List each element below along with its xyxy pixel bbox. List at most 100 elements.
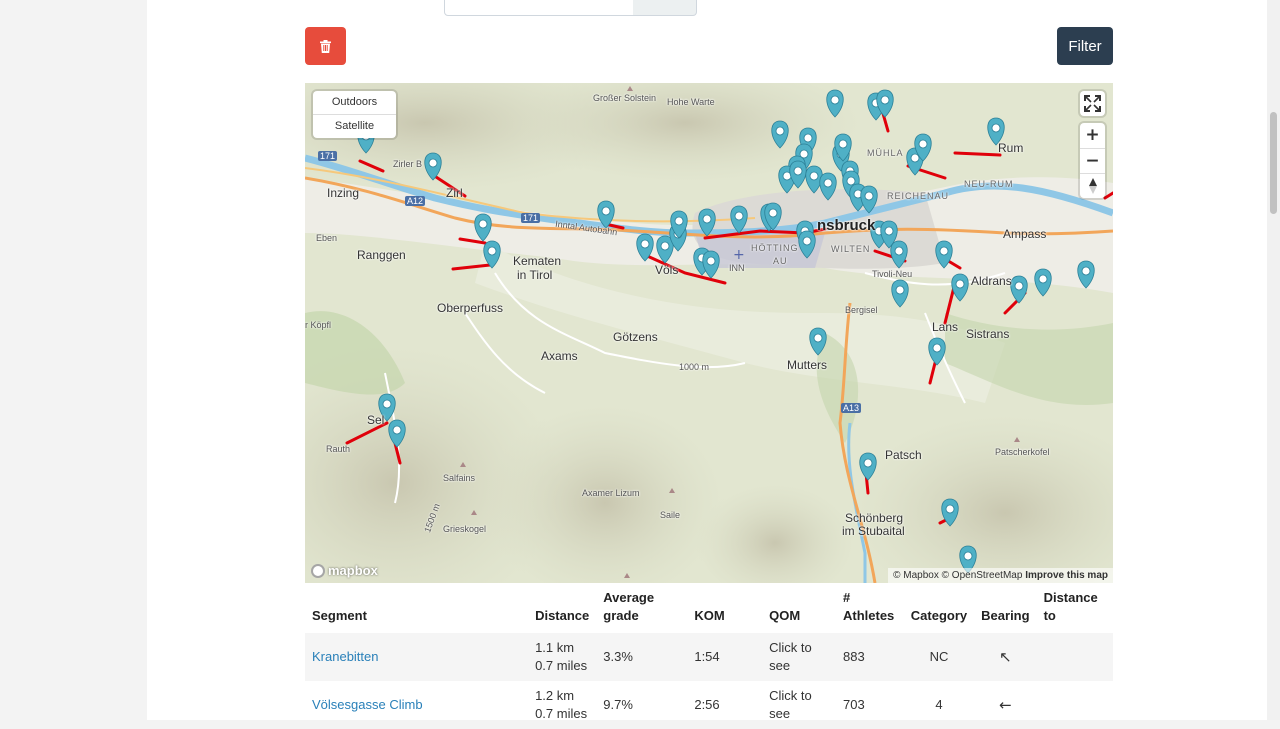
map-label: Inzing bbox=[327, 186, 360, 200]
map-label: Lans bbox=[932, 320, 959, 334]
map-label: Aldrans bbox=[971, 274, 1012, 288]
trash-icon bbox=[320, 39, 331, 53]
map-label: MÜHLA bbox=[867, 148, 904, 158]
map-label: AU bbox=[773, 256, 788, 266]
mapbox-logo[interactable]: mapbox bbox=[311, 563, 378, 578]
map-label: Grieskogel bbox=[443, 524, 487, 534]
map-label: Bergisel bbox=[845, 305, 878, 315]
map-layer-switch: Outdoors Satellite bbox=[313, 91, 396, 138]
compass-button[interactable] bbox=[1080, 173, 1105, 198]
grade-cell: 9.7% bbox=[603, 697, 633, 712]
map-label: WILTEN bbox=[831, 244, 871, 254]
location-input[interactable] bbox=[444, 0, 635, 16]
kom-cell: 1:54 bbox=[687, 633, 763, 681]
header-athletes[interactable]: # Athletes bbox=[836, 583, 904, 633]
map-attribution: © Mapbox © OpenStreetMap Improve this ma… bbox=[888, 568, 1113, 583]
map-label: Oberperfuss bbox=[437, 301, 504, 315]
road-shield-171: 171 bbox=[318, 151, 338, 161]
location-input-addon[interactable] bbox=[633, 0, 697, 16]
road-shield-a12: A12 bbox=[405, 196, 426, 206]
bearing-icon: ↖ bbox=[974, 633, 1037, 681]
fullscreen-control bbox=[1080, 91, 1105, 116]
header-segment[interactable]: Segment bbox=[305, 583, 528, 633]
map-label: Mutters bbox=[787, 358, 828, 372]
map-label: Völs bbox=[655, 263, 679, 277]
table-row: Kranebitten 1.1 km 0.7 miles 3.3% 1:54 Cl… bbox=[305, 633, 1113, 681]
map-label: in Tirol bbox=[517, 268, 553, 282]
map-label: 1000 m bbox=[679, 362, 710, 372]
table-row: Völsesgasse Climb 1.2 km 0.7 miles 9.7% 2… bbox=[305, 681, 1113, 729]
map-label: HÖTTING bbox=[751, 243, 799, 253]
map-label: Großer Solstein bbox=[593, 93, 657, 103]
fullscreen-icon bbox=[1084, 95, 1101, 112]
segment-link[interactable]: Völsesgasse Climb bbox=[312, 697, 423, 712]
attribution-osm[interactable]: © OpenStreetMap bbox=[942, 570, 1023, 581]
header-distance[interactable]: Distance bbox=[528, 583, 596, 633]
zoom-in-button[interactable]: + bbox=[1080, 123, 1105, 148]
map-label: INN bbox=[729, 263, 745, 273]
map-label: Patsch bbox=[885, 448, 922, 462]
grade-cell: 3.3% bbox=[596, 633, 688, 681]
map-label: Sistrans bbox=[966, 327, 1010, 341]
zoom-out-button[interactable]: − bbox=[1080, 148, 1105, 173]
header-distance-to[interactable]: Distance to bbox=[1037, 583, 1113, 633]
bearing-icon: ← bbox=[999, 696, 1012, 714]
map-label: nsbruck bbox=[817, 217, 876, 234]
scrollbar-thumb[interactable] bbox=[1270, 112, 1277, 214]
zoom-control: + − bbox=[1080, 123, 1105, 198]
map-label: im Stubaital bbox=[842, 524, 905, 538]
map-label: Sel bbox=[367, 413, 385, 427]
header-category[interactable]: Category bbox=[904, 583, 974, 633]
map-label: Rauth bbox=[326, 444, 351, 454]
map-label: Hohe Warte bbox=[667, 97, 715, 107]
map-label: Salfains bbox=[443, 473, 476, 483]
map-label: Tivoli-Neu bbox=[872, 269, 913, 279]
fullscreen-button[interactable] bbox=[1080, 91, 1105, 116]
qom-cell[interactable]: Click to see bbox=[762, 633, 836, 681]
distance-cell: 1.1 km 0.7 miles bbox=[528, 633, 597, 681]
attribution-improve[interactable]: Improve this map bbox=[1025, 570, 1108, 581]
segment-link[interactable]: Kranebitten bbox=[312, 649, 379, 664]
header-qom[interactable]: QOM bbox=[762, 583, 836, 633]
header-kom[interactable]: KOM bbox=[687, 583, 762, 633]
map-label: Zirl bbox=[446, 186, 463, 200]
page-scrollbar[interactable] bbox=[1267, 0, 1280, 720]
map-label: Axamer Lizum bbox=[582, 488, 640, 498]
delete-button[interactable] bbox=[305, 27, 346, 65]
map-label: Patscherkofel bbox=[995, 447, 1050, 457]
segments-map[interactable]: + Großer Solstein Hohe Warte Zirler B Zi… bbox=[305, 83, 1113, 583]
map-label: NEU-RUM bbox=[964, 179, 1014, 189]
category-cell: 4 bbox=[935, 697, 943, 712]
kom-cell: 2:56 bbox=[694, 697, 720, 712]
table-header-row: Segment Distance Average grade KOM QOM #… bbox=[305, 583, 1113, 633]
map-label: Zirler B bbox=[393, 159, 422, 169]
athletes-cell: 883 bbox=[835, 633, 904, 681]
layer-outdoors[interactable]: Outdoors bbox=[313, 91, 396, 114]
qom-cell[interactable]: Click to see bbox=[762, 681, 836, 729]
map-label: Ranggen bbox=[357, 248, 406, 262]
header-bearing[interactable]: Bearing bbox=[974, 583, 1036, 633]
distance-to-cell bbox=[1036, 633, 1113, 681]
map-label: Ampass bbox=[1003, 227, 1047, 241]
header-average-grade[interactable]: Average grade bbox=[596, 583, 687, 633]
map-label: Eben bbox=[316, 233, 338, 243]
map-label: REICHENAU bbox=[887, 191, 950, 201]
mapbox-logo-icon bbox=[311, 563, 325, 578]
layer-satellite[interactable]: Satellite bbox=[313, 114, 396, 138]
attribution-mapbox[interactable]: © Mapbox bbox=[893, 570, 939, 581]
segments-table: Segment Distance Average grade KOM QOM #… bbox=[305, 583, 1113, 729]
distance-to-cell bbox=[1037, 681, 1113, 729]
map-label: Schönberg bbox=[845, 511, 904, 525]
athletes-cell: 703 bbox=[842, 697, 865, 712]
road-shield-171: 171 bbox=[521, 213, 541, 223]
filter-button[interactable]: Filter bbox=[1057, 27, 1113, 65]
mapbox-logo-text: mapbox bbox=[328, 563, 378, 578]
category-cell: NC bbox=[903, 633, 975, 681]
map-label: Götzens bbox=[613, 330, 658, 344]
map-label: Saile bbox=[660, 510, 681, 520]
compass-icon bbox=[1088, 178, 1097, 194]
distance-cell: 1.2 km 0.7 miles bbox=[535, 688, 588, 721]
map-label: Rum bbox=[998, 141, 1024, 155]
svg-text:+: + bbox=[733, 247, 745, 263]
map-label: Kematen bbox=[513, 254, 562, 268]
